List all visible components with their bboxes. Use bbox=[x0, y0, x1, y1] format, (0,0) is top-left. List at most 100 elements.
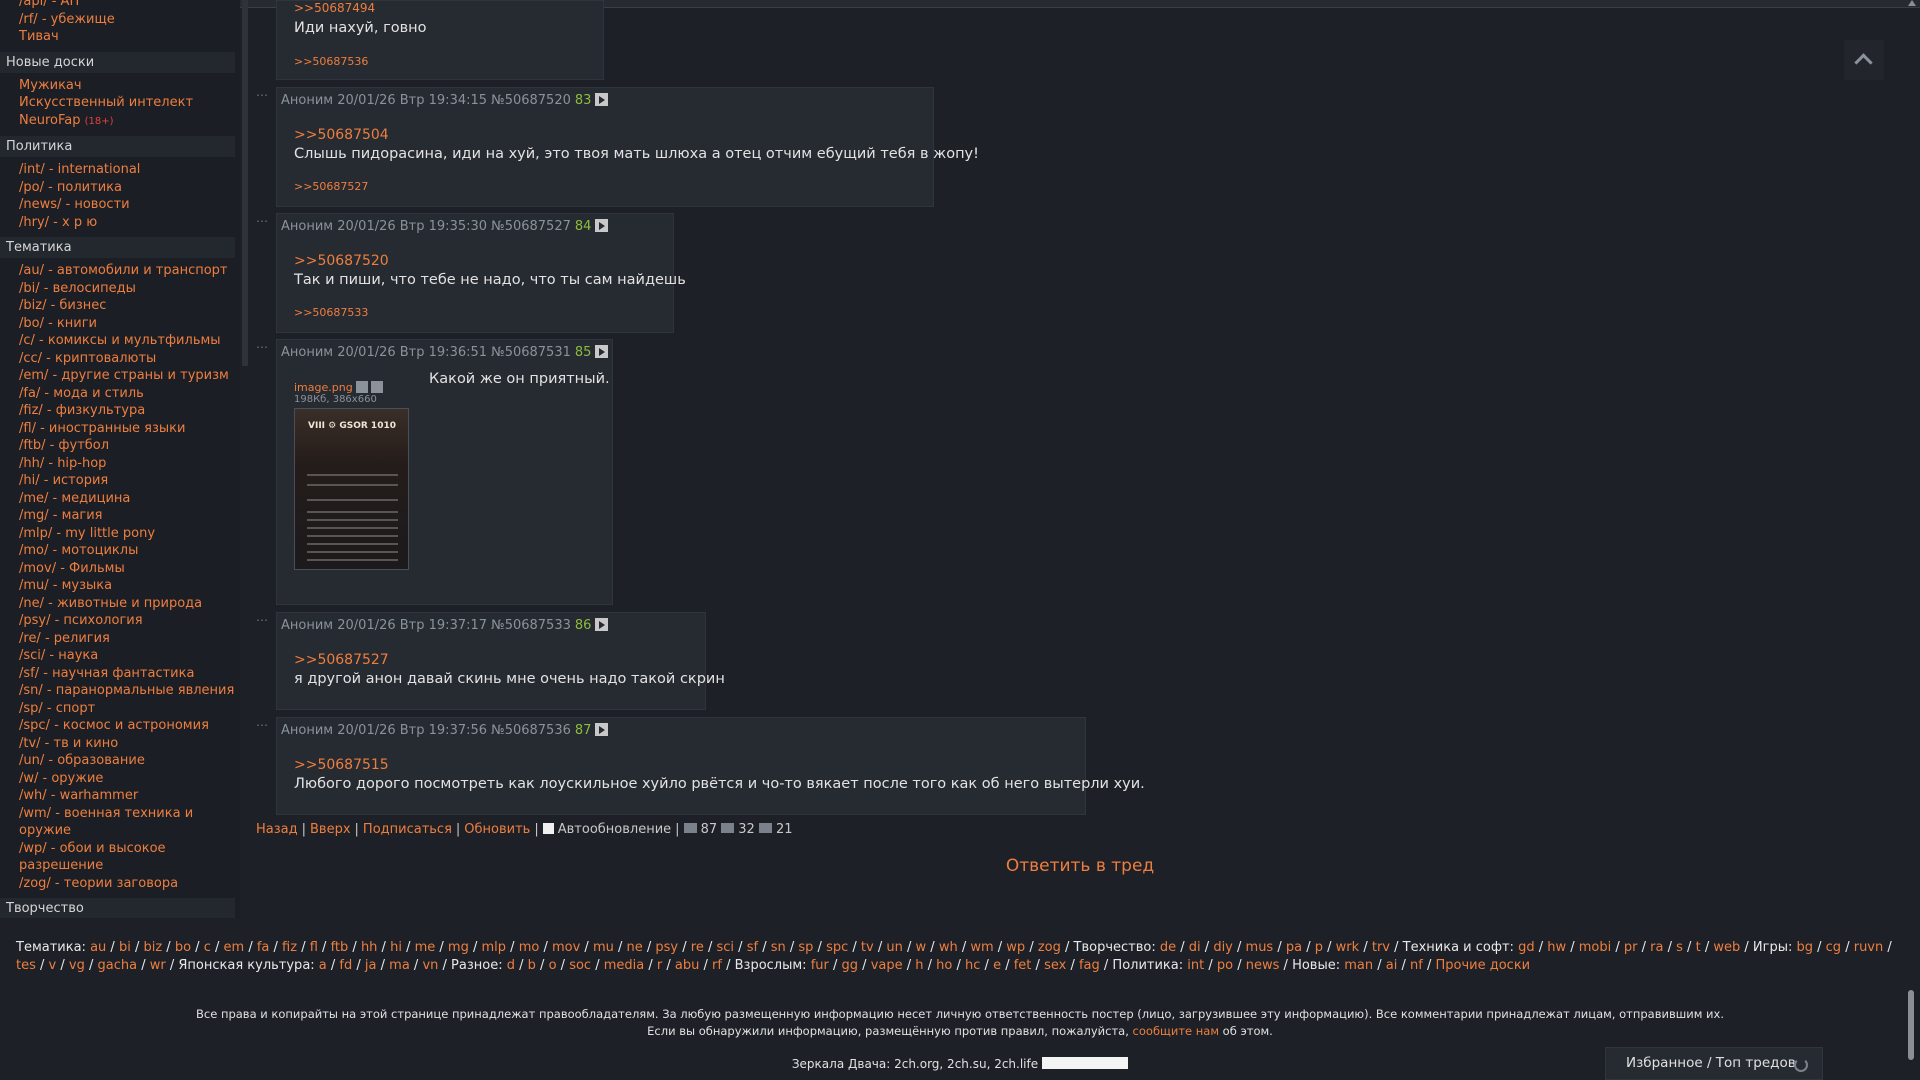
board-link-wp[interactable]: wp bbox=[1006, 940, 1025, 955]
board-link-au[interactable]: au bbox=[90, 940, 106, 955]
board-link-s[interactable]: s bbox=[1676, 940, 1683, 955]
sidebar-item-thematic-7[interactable]: /fa/ - мода и стиль bbox=[0, 385, 240, 403]
up-link[interactable]: Вверх bbox=[310, 822, 351, 837]
sidebar-item-thematic-13[interactable]: /me/ - медицина bbox=[0, 490, 240, 508]
board-link-mov[interactable]: mov bbox=[552, 940, 580, 955]
board-link-fag[interactable]: fag bbox=[1079, 958, 1100, 973]
favorites-button[interactable]: Избранное / Топ тредов bbox=[1605, 1047, 1823, 1080]
board-link-sf[interactable]: sf bbox=[747, 940, 758, 955]
file-name[interactable]: image.png bbox=[294, 381, 383, 394]
board-link-bo[interactable]: bo bbox=[175, 940, 191, 955]
board-link-news[interactable]: news bbox=[1246, 958, 1280, 973]
play-icon[interactable] bbox=[595, 219, 609, 232]
board-link-tes[interactable]: tes bbox=[16, 958, 36, 973]
sidebar-item-api[interactable]: /api/ - АП bbox=[0, 0, 240, 11]
sidebar-item-muzhikach[interactable]: Мужикач bbox=[0, 77, 240, 95]
sidebar-item-rf[interactable]: /rf/ - убежище bbox=[0, 11, 240, 29]
board-link-sn[interactable]: sn bbox=[771, 940, 786, 955]
board-link-b[interactable]: b bbox=[528, 958, 536, 973]
board-link-fl[interactable]: fl bbox=[310, 940, 318, 955]
board-link-w[interactable]: w bbox=[916, 940, 927, 955]
board-link-hi[interactable]: hi bbox=[390, 940, 402, 955]
refresh-icon[interactable] bbox=[1794, 1058, 1808, 1072]
board-link-vn[interactable]: vn bbox=[422, 958, 438, 973]
sidebar-item-politics-1[interactable]: /po/ - политика bbox=[0, 179, 240, 197]
scroll-up-arrow-icon[interactable] bbox=[1908, 0, 1916, 6]
sidebar-item-thematic-9[interactable]: /fl/ - иностранные языки bbox=[0, 420, 240, 438]
sidebar-item-thematic-20[interactable]: /psy/ - психология bbox=[0, 612, 240, 630]
play-icon[interactable] bbox=[595, 723, 609, 736]
board-link-hh[interactable]: hh bbox=[361, 940, 377, 955]
board-link-wrk[interactable]: wrk bbox=[1336, 940, 1360, 955]
board-link-ma[interactable]: ma bbox=[389, 958, 410, 973]
sidebar-item-thematic-15[interactable]: /mlp/ - my little pony bbox=[0, 525, 240, 543]
sidebar-item-thematic-26[interactable]: /spc/ - космос и астрономия bbox=[0, 717, 240, 735]
sidebar-item-thematic-33[interactable]: /zog/ - теории заговора bbox=[0, 875, 240, 893]
board-link-mobi[interactable]: mobi bbox=[1579, 940, 1611, 955]
play-icon[interactable] bbox=[595, 345, 609, 358]
sidebar-item-politics-0[interactable]: /int/ - international bbox=[0, 161, 240, 179]
board-link-psy[interactable]: psy bbox=[655, 940, 678, 955]
board-link-abu[interactable]: abu bbox=[675, 958, 699, 973]
board-link-e[interactable]: e bbox=[993, 958, 1001, 973]
board-link-di[interactable]: di bbox=[1189, 940, 1201, 955]
sidebar-item-thematic-3[interactable]: /bo/ - книги bbox=[0, 315, 240, 333]
backlink[interactable]: >>50687536 bbox=[294, 55, 368, 68]
sidebar-item-thematic-17[interactable]: /mov/ - Фильмы bbox=[0, 560, 240, 578]
board-link-rf[interactable]: rf bbox=[712, 958, 722, 973]
sidebar-item-thematic-24[interactable]: /sn/ - паранормальные явления bbox=[0, 682, 240, 700]
board-link-gd[interactable]: gd bbox=[1518, 940, 1535, 955]
board-link-wr[interactable]: wr bbox=[150, 958, 166, 973]
board-link-web[interactable]: web bbox=[1713, 940, 1740, 955]
other-boards-link[interactable]: Прочие доски bbox=[1435, 958, 1530, 973]
board-link-mlp[interactable]: mlp bbox=[482, 940, 507, 955]
board-link-fa[interactable]: fa bbox=[257, 940, 270, 955]
reply-link[interactable]: >>50687527 bbox=[294, 652, 389, 668]
board-link-soc[interactable]: soc bbox=[569, 958, 591, 973]
sidebar-item-tivach[interactable]: Тивач bbox=[0, 28, 240, 46]
backlink[interactable]: >>50687533 bbox=[294, 306, 368, 319]
board-link-media[interactable]: media bbox=[604, 958, 645, 973]
sidebar-item-thematic-12[interactable]: /hi/ - история bbox=[0, 472, 240, 490]
sidebar-item-thematic-0[interactable]: /au/ - автомобили и транспорт bbox=[0, 262, 240, 280]
board-link-t[interactable]: t bbox=[1696, 940, 1701, 955]
sidebar-item-thematic-23[interactable]: /sf/ - научная фантастика bbox=[0, 665, 240, 683]
board-link-tv[interactable]: tv bbox=[861, 940, 874, 955]
board-link-bg[interactable]: bg bbox=[1796, 940, 1813, 955]
board-link-pa[interactable]: pa bbox=[1286, 940, 1302, 955]
subscribe-link[interactable]: Подписаться bbox=[363, 822, 452, 837]
board-link-pr[interactable]: pr bbox=[1624, 940, 1638, 955]
board-link-bi[interactable]: bi bbox=[119, 940, 131, 955]
sidebar-item-thematic-4[interactable]: /c/ - комиксы и мультфильмы bbox=[0, 332, 240, 350]
board-link-de[interactable]: de bbox=[1160, 940, 1176, 955]
board-link-sex[interactable]: sex bbox=[1044, 958, 1066, 973]
board-link-re[interactable]: re bbox=[691, 940, 704, 955]
post-menu-icon[interactable]: ⋯ bbox=[256, 214, 268, 228]
board-link-fur[interactable]: fur bbox=[811, 958, 829, 973]
mirror-input[interactable] bbox=[1042, 1057, 1129, 1069]
board-link-sci[interactable]: sci bbox=[717, 940, 735, 955]
sidebar-item-thematic-8[interactable]: /fiz/ - физкультура bbox=[0, 402, 240, 420]
board-link-d[interactable]: d bbox=[507, 958, 515, 973]
board-link-fd[interactable]: fd bbox=[339, 958, 352, 973]
sidebar-item-thematic-30[interactable]: /wh/ - warhammer bbox=[0, 787, 240, 805]
board-link-v[interactable]: v bbox=[49, 958, 57, 973]
board-link-mg[interactable]: mg bbox=[448, 940, 469, 955]
board-link-trv[interactable]: trv bbox=[1372, 940, 1390, 955]
reply-link[interactable]: >>50687515 bbox=[294, 757, 389, 773]
reply-link[interactable]: >>50687504 bbox=[294, 127, 389, 143]
board-link-r[interactable]: r bbox=[657, 958, 662, 973]
sidebar-item-thematic-14[interactable]: /mg/ - магия bbox=[0, 507, 240, 525]
board-link-biz[interactable]: biz bbox=[143, 940, 162, 955]
sidebar-item-thematic-29[interactable]: /w/ - оружие bbox=[0, 770, 240, 788]
sidebar-item-thematic-18[interactable]: /mu/ - музыка bbox=[0, 577, 240, 595]
board-link-p[interactable]: p bbox=[1315, 940, 1323, 955]
board-link-mus[interactable]: mus bbox=[1246, 940, 1274, 955]
sidebar-item-thematic-31[interactable]: /wm/ - военная техника и оружие bbox=[0, 805, 239, 840]
board-link-hw[interactable]: hw bbox=[1547, 940, 1566, 955]
report-link[interactable]: сообщите нам bbox=[1133, 1024, 1219, 1038]
reply-link[interactable]: >>50687494 bbox=[294, 1, 375, 15]
sidebar-item-neurofap[interactable]: NeuroFap (18+) bbox=[0, 112, 240, 131]
board-link-spc[interactable]: spc bbox=[826, 940, 848, 955]
sidebar-item-thematic-10[interactable]: /ftb/ - футбол bbox=[0, 437, 240, 455]
